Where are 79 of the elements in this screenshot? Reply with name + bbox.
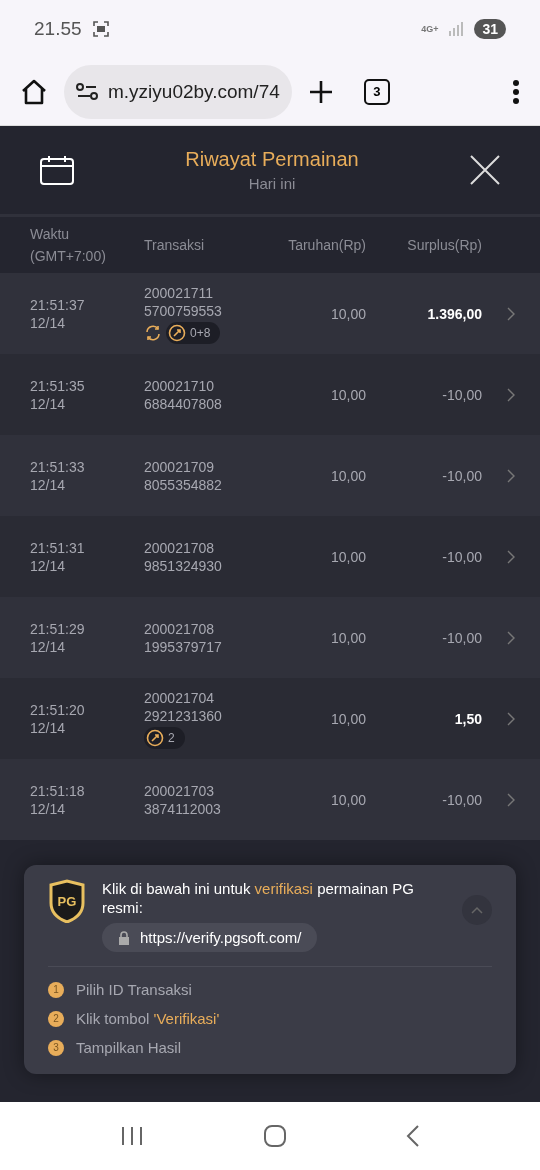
table-cell-text: 21:51:31 12/14 [30,538,86,575]
step-text: Tampilkan Hasil [76,1039,182,1056]
site-settings-icon[interactable] [76,82,98,101]
page-title: Riwayat Permainan [185,148,359,171]
url-text: m.yziyu02by.com/74 [108,80,280,103]
close-icon[interactable] [470,155,500,185]
table-cell-text: 200021704 2921231360 [144,688,223,725]
column-header: Taruhan(Rp) [287,236,366,255]
table-cell-text: 200021708 1995379717 [144,619,223,656]
verify-link[interactable]: https://verify.pgsoft.com/ [102,923,318,952]
table-cell-text: 10,00 [329,304,366,323]
table-cell-text: 21:51:29 12/14 [30,619,86,656]
chevron-right-icon [507,711,515,726]
table-cell-text: 200021709 8055354882 [144,457,223,494]
table-cell-text: -10,00 [441,628,482,647]
battery-level: 31 [474,19,506,39]
transaction-row[interactable]: 21:51:18 12/14 200021703 3874112003 10,00 -10,00 [0,759,540,840]
table-cell-text: 1,50 [453,709,482,728]
table-cell-text: -10,00 [441,466,482,485]
table-cell-text: 200021711 5700759553 [144,283,223,320]
column-header: Waktu (GMT+7:00) [30,225,107,266]
table-cell-text: 21:51:33 12/14 [30,457,86,494]
column-header: Transaksi [144,236,206,255]
table-cell-text: 10,00 [329,547,366,566]
step-text: Pilih ID Transaksi [76,981,192,998]
chevron-right-icon [507,387,515,402]
chevron-right-icon [507,306,515,321]
table-cell-text: 200021708 9851324930 [144,538,223,575]
table-cell-text: 200021710 6884407808 [144,376,223,413]
circle-arrows-icon [144,323,162,342]
column-header: Surplus(Rp) [406,236,482,255]
home-button-icon[interactable] [263,1124,287,1148]
table-cell-text: 10,00 [329,790,366,809]
chevron-right-icon [507,792,515,807]
pg-shield-logo: PG [48,879,86,923]
table-cell-text: 21:51:37 12/14 [30,295,86,332]
transaction-row[interactable]: 21:51:29 12/14 200021708 1995379717 10,00 -10,00 [0,597,540,678]
table-cell-text: 200021703 3874112003 [144,781,222,818]
lock-icon [118,930,130,945]
table-cell-text: 21:51:18 12/14 [30,781,86,818]
verify-instruction: Klik di bawah ini untuk verifikasi permainan PG resmi: [102,879,415,917]
back-icon[interactable] [406,1124,421,1148]
table-cell-text: 10,00 [329,466,366,485]
plus-icon[interactable] [307,78,334,105]
calendar-icon[interactable] [40,155,74,185]
step-text: Klik tombol 'Verifikasi' [76,1010,220,1027]
chevron-right-icon [507,630,515,645]
step-number: 1 [48,981,64,998]
table-cell-text: 10,00 [329,709,366,728]
chevron-up-icon [471,906,483,914]
transaction-row[interactable]: 21:51:31 12/14 200021708 9851324930 10,00 -10,00 [0,516,540,597]
transaction-row[interactable]: 21:51:35 12/14 200021710 6884407808 10,00 -10,00 [0,354,540,435]
table-cell-text: 10,00 [329,628,366,647]
more-icon[interactable] [512,78,520,105]
step-number: 2 [48,1010,64,1027]
table-cell-text: -10,00 [441,547,482,566]
chevron-right-icon [507,468,515,483]
table-cell-text: 1.396,00 [426,304,482,323]
signal-icon [448,22,465,36]
table-cell-text: 21:51:35 12/14 [30,376,86,413]
table-cell-text: -10,00 [441,790,482,809]
tab-count-button[interactable]: 3 [363,78,390,105]
recent-apps-icon[interactable] [119,1125,144,1147]
status-time: 21.55 [34,18,82,40]
table-cell-text: 21:51:20 12/14 [30,700,86,737]
chevron-right-icon [507,549,515,564]
table-cell-text: -10,00 [441,385,482,404]
home-icon[interactable] [20,78,48,105]
transaction-row[interactable]: 21:51:37 12/14 200021711 5700759553 0+8 10,00 1.396,00 [0,273,540,354]
screenshot-icon [91,20,110,38]
address-bar[interactable]: m.yziyu02by.com/74 [64,64,292,119]
step-number: 3 [48,1039,64,1056]
badge-count: 0+8 [190,324,211,342]
date-filter-label: Hari ini [248,175,296,192]
transaction-row[interactable]: 21:51:33 12/14 200021709 8055354882 10,00 -10,00 [0,435,540,516]
badge-count: 2 [168,729,175,747]
table-cell-text: 10,00 [329,385,366,404]
transaction-row[interactable]: 21:51:20 12/14 200021704 2921231360 2 10,00 1,50 [0,678,540,759]
network-type: 4G+ [421,24,439,34]
